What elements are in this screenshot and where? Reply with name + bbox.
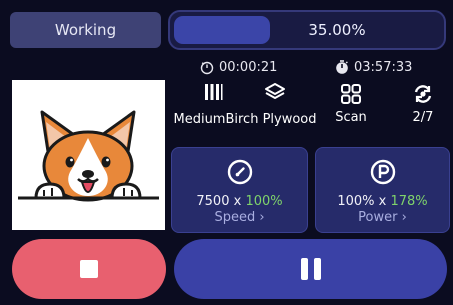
scan-lines-icon [203, 81, 225, 107]
material-label: MediumBirch Plywood [173, 112, 317, 127]
mode-label: Scan [335, 110, 367, 125]
pass-stat: 2/7 [408, 80, 438, 125]
speed-card[interactable]: 7500 x 100% Speed › [171, 147, 308, 233]
pause-button[interactable] [174, 239, 447, 299]
progress-bar: 35.00% [168, 10, 446, 50]
speed-percent: 100% [245, 194, 283, 209]
stop-icon [80, 260, 98, 278]
chevron-right-icon: › [255, 210, 265, 225]
corgi-illustration [18, 110, 159, 202]
timer-icon [336, 60, 348, 74]
power-base: 100% [337, 194, 375, 209]
stop-button[interactable] [12, 239, 166, 299]
stopwatch-icon [200, 61, 214, 75]
power-percent: 178% [390, 194, 428, 209]
job-preview-image [12, 80, 165, 230]
power-card[interactable]: 100% x 178% Power › [315, 147, 450, 233]
remaining-time-value: 03:57:33 [354, 59, 413, 75]
power-value: 100% x 178% [337, 194, 427, 209]
status-badge: Working [10, 12, 161, 48]
power-p-icon [370, 159, 395, 185]
gauge-icon [227, 159, 252, 185]
speed-times: x [229, 194, 246, 209]
repeat-icon [408, 80, 438, 108]
material-stat: MediumBirch Plywood [170, 80, 320, 127]
power-link[interactable]: Power › [358, 210, 407, 225]
elapsed-time-value: 00:00:21 [219, 59, 278, 75]
speed-link[interactable]: Speed › [214, 210, 264, 225]
power-times: x [374, 194, 391, 209]
speed-value: 7500 x 100% [196, 194, 282, 209]
progress-percent: 35.00% [308, 21, 366, 39]
power-label: Power [358, 210, 398, 225]
pass-label: 2/7 [412, 110, 434, 125]
material-icon [263, 80, 287, 108]
mode-stat: Scan [333, 80, 369, 125]
chevron-right-icon: › [397, 210, 407, 225]
grid-icon [336, 80, 366, 108]
elapsed-time: 00:00:21 [199, 59, 277, 75]
remaining-time: 03:57:33 [334, 59, 412, 75]
speed-base: 7500 [196, 194, 230, 209]
pause-icon [300, 258, 321, 280]
speed-label: Speed [214, 210, 256, 225]
